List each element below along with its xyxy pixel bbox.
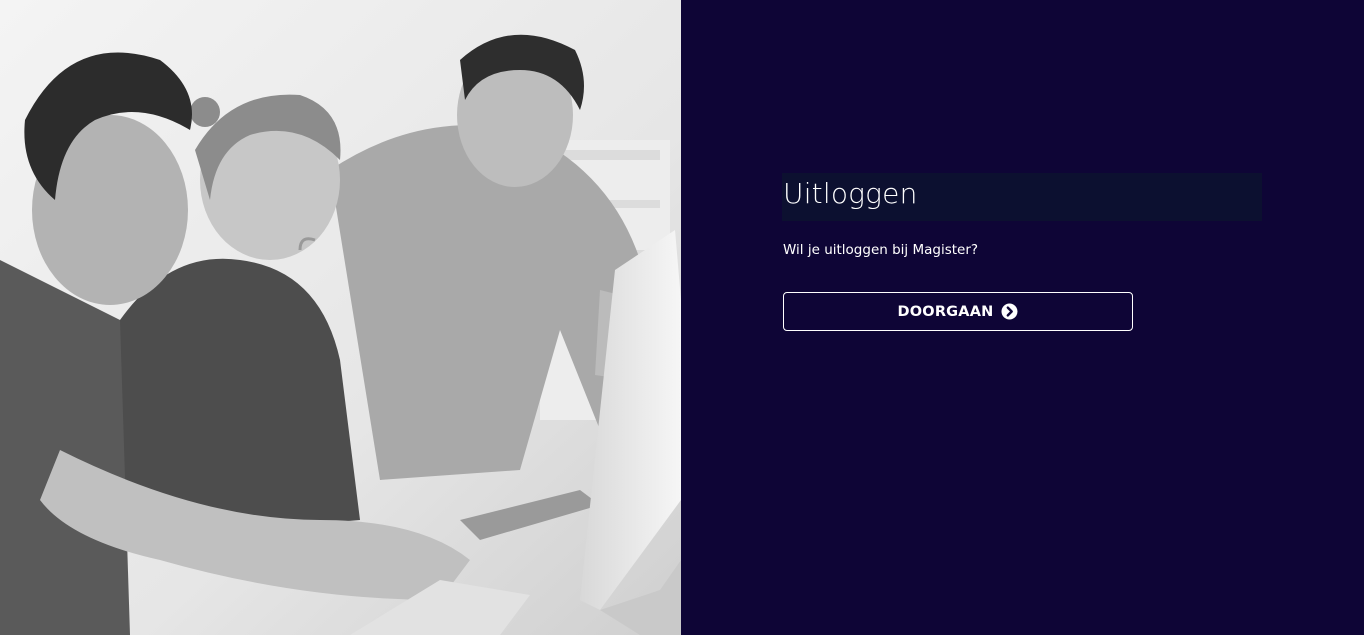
hero-photo (0, 0, 681, 635)
circle-arrow-right-icon (1001, 303, 1018, 320)
continue-button[interactable]: DOORGAAN (783, 292, 1133, 331)
continue-label: DOORGAAN (897, 303, 994, 320)
logout-panel: Uitloggen Wil je uitloggen bij Magister?… (681, 0, 1364, 635)
logout-page: Uitloggen Wil je uitloggen bij Magister?… (0, 0, 1364, 635)
photo-illustration (0, 0, 681, 635)
logout-question: Wil je uitloggen bij Magister? (783, 242, 979, 258)
page-title: Uitloggen (783, 177, 918, 210)
